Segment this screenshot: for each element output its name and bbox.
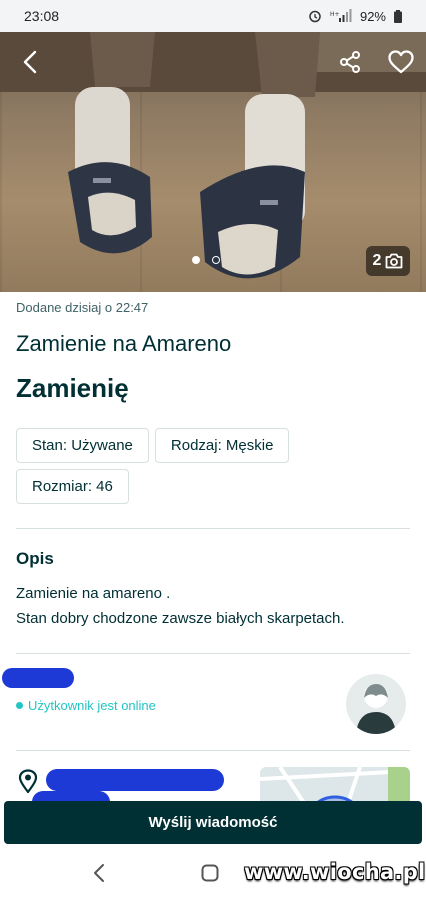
status-bar: 23:08 H+ 92% (0, 0, 426, 32)
watermark: www.wiocha.pl (244, 860, 426, 884)
avatar[interactable] (346, 674, 406, 734)
location-pin-icon (18, 769, 38, 793)
online-status: Użytkownik jest online (16, 698, 156, 713)
divider (16, 528, 410, 529)
share-button[interactable] (334, 46, 366, 78)
parameter-chips: Stan: Używane Rodzaj: Męskie Rozmiar: 46 (16, 428, 316, 504)
status-time: 23:08 (24, 8, 60, 24)
nav-back-button[interactable] (92, 862, 106, 889)
share-icon (340, 51, 360, 73)
param-chip-size: Rozmiar: 46 (16, 469, 129, 504)
description-line: Stan dobry chodzone zawsze białych skarp… (16, 610, 345, 627)
status-icons: H+ 92% (308, 9, 402, 24)
description-line: Zamienie na amareno . (16, 585, 171, 602)
chevron-left-icon (94, 864, 104, 882)
home-square-icon (201, 864, 219, 882)
battery-icon (394, 9, 402, 23)
description-heading: Opis (16, 549, 54, 568)
online-status-text: Użytkownik jest online (28, 698, 156, 713)
param-chip-type: Rodzaj: Męskie (154, 428, 290, 463)
param-chip-condition: Stan: Używane (16, 428, 149, 463)
photo-count-badge[interactable]: 2 (366, 246, 410, 276)
favorite-button[interactable] (384, 46, 418, 78)
seller-card[interactable]: Użytkownik jest online (2, 654, 410, 750)
pagination-dot-active[interactable] (192, 256, 200, 264)
listing-title: Zamienie na Amareno (16, 331, 232, 356)
posted-date: Dodane dzisiaj o 22:47 (16, 300, 149, 315)
heart-icon (388, 50, 414, 74)
listing-details: Dodane dzisiaj o 22:47 Zamienie na Amare… (0, 292, 426, 827)
listing-price: Zamienię (16, 373, 129, 403)
description: Zamienie na amareno . Stan dobry chodzon… (16, 581, 410, 631)
back-button[interactable] (14, 46, 46, 78)
gallery-pagination (192, 256, 220, 264)
nav-home-button[interactable] (201, 864, 219, 887)
signal-icon: H+ (330, 9, 352, 23)
svg-text:H+: H+ (330, 11, 340, 18)
redacted-location (46, 769, 224, 791)
user-placeholder-icon (356, 684, 396, 734)
online-dot (16, 702, 23, 709)
redacted-seller-name (2, 668, 74, 688)
send-message-button[interactable]: Wyślij wiadomość (4, 801, 422, 844)
camera-icon (386, 253, 403, 269)
chevron-left-icon (23, 50, 37, 74)
photo-count: 2 (372, 252, 382, 269)
battery-level: 92% (359, 8, 386, 24)
photo-gallery[interactable]: 2 (0, 32, 426, 292)
alarm-icon (308, 9, 322, 23)
pagination-dot[interactable] (212, 256, 220, 264)
